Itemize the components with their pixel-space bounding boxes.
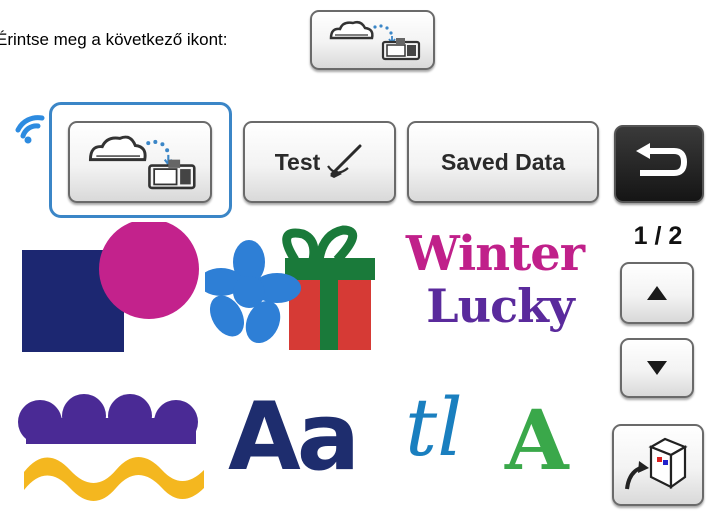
back-button[interactable] bbox=[614, 125, 704, 203]
instruction-text: Érintse meg a következő ikont: bbox=[0, 30, 228, 49]
instruction-cloud-button[interactable] bbox=[310, 10, 435, 70]
cloud-to-machine-icon bbox=[88, 135, 196, 190]
saved-data-button[interactable]: Saved Data bbox=[407, 121, 599, 203]
a-green-text[interactable]: A bbox=[505, 396, 569, 486]
cloud-to-machine-icon bbox=[329, 20, 420, 61]
circle-shape-icon bbox=[99, 222, 199, 319]
scan-storage-icon bbox=[625, 437, 688, 490]
scallop-icon bbox=[18, 394, 198, 444]
cloud-transfer-button[interactable] bbox=[68, 121, 212, 203]
triangle-up-icon bbox=[647, 286, 667, 300]
flower-gift-pattern[interactable] bbox=[205, 220, 395, 360]
triangle-down-icon bbox=[647, 361, 667, 375]
flower-icon bbox=[205, 240, 301, 344]
instruction: Érintse meg a következő ikont: bbox=[0, 10, 228, 70]
wifi-icon bbox=[15, 115, 45, 144]
aa-text[interactable]: Aa bbox=[228, 390, 360, 486]
test-button[interactable]: Test bbox=[243, 121, 396, 203]
tl-text[interactable]: tl bbox=[405, 378, 463, 478]
page-up-button[interactable] bbox=[620, 262, 694, 324]
saved-data-label: Saved Data bbox=[440, 148, 565, 175]
basic-shapes-pattern[interactable] bbox=[22, 222, 202, 357]
page-indicator: 1 / 2 bbox=[633, 222, 683, 250]
lucky-text[interactable]: Lucky bbox=[410, 280, 590, 332]
test-label: Test bbox=[274, 148, 321, 175]
winter-text[interactable]: Winter bbox=[405, 228, 585, 280]
wave-icon bbox=[24, 457, 204, 501]
wave-border-pattern[interactable] bbox=[18, 392, 208, 502]
scan-storage-button[interactable] bbox=[612, 424, 704, 506]
pen-cut-icon bbox=[327, 144, 362, 178]
page-down-button[interactable] bbox=[620, 338, 694, 398]
return-arrow-icon bbox=[636, 143, 687, 176]
